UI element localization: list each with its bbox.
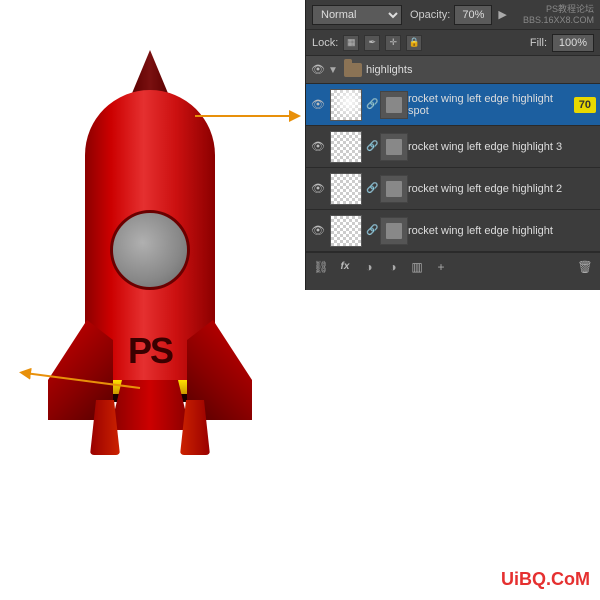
lock-pixels-icon[interactable]: ▦ xyxy=(343,35,359,51)
layer-row-3[interactable]: 👁 🔗 rocket wing left edge highlight xyxy=(306,210,600,252)
rocket-label: PS xyxy=(110,330,190,372)
fill-label: Fill: xyxy=(530,37,547,49)
layer-3-visibility[interactable]: 👁 xyxy=(310,223,326,239)
add-mask-button[interactable]: ◑ xyxy=(360,258,378,276)
watermark: UiBQ.CoM xyxy=(501,569,590,590)
layer-3-thumbnail xyxy=(330,215,362,247)
layer-2-link: 🔗 xyxy=(366,183,378,194)
layer-0-name: rocket wing left edge highlight spot xyxy=(408,93,572,117)
group-visibility-icon[interactable]: 👁 xyxy=(310,62,326,78)
panel-lock-bar: Lock: ▦ ✒ ✛ 🔒 Fill: 100% xyxy=(306,30,600,56)
layer-0-mask xyxy=(380,91,408,119)
layer-row-1[interactable]: 👁 🔗 rocket wing left edge highlight 3 xyxy=(306,126,600,168)
group-folder-icon xyxy=(344,63,362,77)
layer-2-mask xyxy=(380,175,408,203)
layer-3-mask xyxy=(380,217,408,245)
panel-top-bar: Normal Opacity: 70% ▶ PS教程论坛BBS.16XX8.CO… xyxy=(306,0,600,30)
layer-row-0[interactable]: 👁 🔗 rocket wing left edge highlight spot… xyxy=(306,84,600,126)
canvas-area: PS xyxy=(0,0,305,600)
layer-1-thumbnail xyxy=(330,131,362,163)
watermark-prefix: UiBQ. xyxy=(501,569,551,589)
layer-0-visibility[interactable]: 👁 xyxy=(310,97,326,113)
new-layer-button[interactable]: + xyxy=(432,258,450,276)
group-name: highlights xyxy=(366,64,596,76)
layer-0-thumbnail xyxy=(330,89,362,121)
layer-2-thumbnail xyxy=(330,173,362,205)
fx-button[interactable]: fx xyxy=(336,258,354,276)
layer-1-mask xyxy=(380,133,408,161)
ps-logo: PS教程论坛BBS.16XX8.COM xyxy=(523,4,594,26)
adjustments-button[interactable]: ◑ xyxy=(384,258,402,276)
layer-3-link: 🔗 xyxy=(366,225,378,236)
panel-bottom-bar: ⛓ fx ◑ ◑ ▥ + 🗑 xyxy=(306,252,600,280)
lock-label: Lock: xyxy=(312,37,338,49)
watermark-suffix: CoM xyxy=(551,569,590,589)
layer-2-name: rocket wing left edge highlight 2 xyxy=(408,183,596,195)
lock-all-icon[interactable]: 🔒 xyxy=(406,35,422,51)
layer-0-link: 🔗 xyxy=(366,99,378,110)
delete-layer-button[interactable]: 🗑 xyxy=(576,258,594,276)
lock-brush-icon[interactable]: ✒ xyxy=(364,35,380,51)
layer-0-opacity-badge: 70 xyxy=(574,97,596,113)
fill-input[interactable]: 100% xyxy=(552,34,594,52)
rocket-window xyxy=(110,210,190,290)
opacity-label: Opacity: xyxy=(410,9,450,21)
layer-1-link: 🔗 xyxy=(366,141,378,152)
layer-1-visibility[interactable]: 👁 xyxy=(310,139,326,155)
photoshop-panel: Normal Opacity: 70% ▶ PS教程论坛BBS.16XX8.CO… xyxy=(305,0,600,290)
layer-row-2[interactable]: 👁 🔗 rocket wing left edge highlight 2 xyxy=(306,168,600,210)
link-layers-button[interactable]: ⛓ xyxy=(312,258,330,276)
bottom-arrow xyxy=(10,368,150,396)
blend-mode-select[interactable]: Normal xyxy=(312,5,402,25)
lock-position-icon[interactable]: ✛ xyxy=(385,35,401,51)
layer-1-name: rocket wing left edge highlight 3 xyxy=(408,141,596,153)
layer-group-highlights[interactable]: 👁 ▼ highlights xyxy=(306,56,600,84)
layer-3-name: rocket wing left edge highlight xyxy=(408,225,596,237)
group-layers-button[interactable]: ▥ xyxy=(408,258,426,276)
top-arrow xyxy=(195,102,315,130)
group-expand-icon[interactable]: ▼ xyxy=(328,65,338,75)
layer-2-visibility[interactable]: 👁 xyxy=(310,181,326,197)
opacity-input[interactable]: 70% xyxy=(454,5,492,25)
